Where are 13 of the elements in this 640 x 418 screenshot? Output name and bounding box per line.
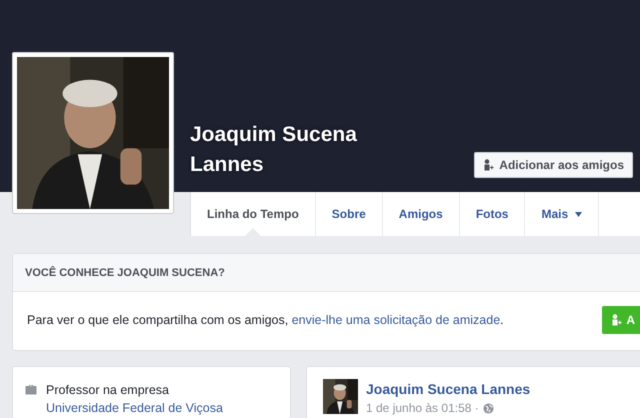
globe-icon xyxy=(482,402,494,414)
author-avatar[interactable] xyxy=(323,379,358,414)
profile-name: Joaquim Sucena Lannes xyxy=(190,122,358,178)
add-friend-icon xyxy=(483,159,494,171)
add-friend-icon xyxy=(611,314,622,326)
briefcase-icon xyxy=(25,384,37,395)
company-link[interactable]: Universidade Federal de Viçosa xyxy=(46,401,223,415)
friend-request-message: Para ver o que ele compartilha com os amigos, envie-lhe uma solicitação de amizade. xyxy=(27,313,504,327)
card-title: VOCÊ CONHECE JOAQUIM SUCENA? xyxy=(25,266,225,278)
friend-request-link[interactable]: envie-lhe uma solicitação de amizade xyxy=(292,313,500,327)
add-friend-button[interactable]: Adicionar aos amigos xyxy=(474,152,633,178)
post-author[interactable]: Joaquim Sucena Lannes xyxy=(366,381,530,397)
work-info: Professor na empresa Universidade Federal de Viçosa xyxy=(46,382,224,417)
